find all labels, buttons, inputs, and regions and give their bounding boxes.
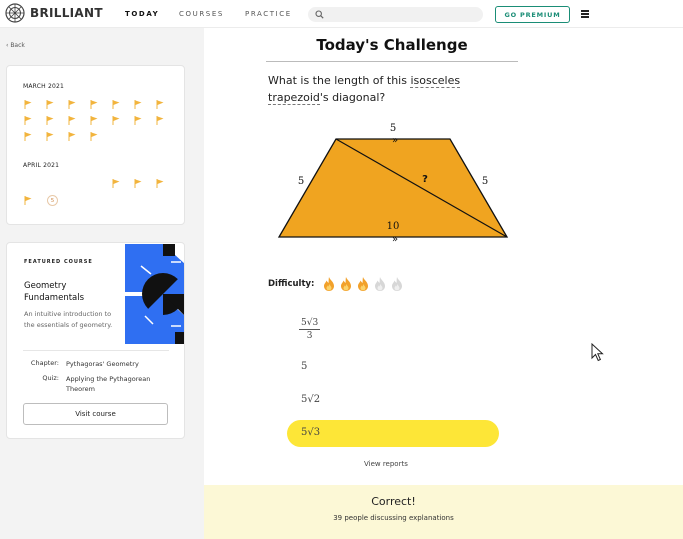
march-completed-day-flag-icon[interactable] <box>24 116 32 125</box>
geometry-course-illustration <box>125 244 184 344</box>
left-side-label: 5 <box>298 176 304 187</box>
nav-link-courses[interactable]: COURSES <box>179 10 224 18</box>
march-completed-day-flag-icon[interactable] <box>134 100 142 109</box>
answer-choice-4-selected[interactable]: 5√3 <box>287 420 499 447</box>
calendar-month-march: MARCH 2021 <box>23 83 65 90</box>
answer-choice-1-numerator: 5√3 <box>299 318 321 330</box>
march-completed-day-flag-icon[interactable] <box>46 100 54 109</box>
difficulty-label: Difficulty: <box>268 279 315 289</box>
brand-name: BRILLIANT <box>30 6 103 20</box>
search-bar[interactable] <box>308 7 483 22</box>
go-premium-button[interactable]: GO PREMIUM <box>495 6 570 23</box>
chapter-label: Chapter: <box>30 359 59 367</box>
top-side-label: 5 <box>390 123 396 134</box>
brilliant-logo-icon <box>5 3 25 23</box>
march-completed-day-flag-icon[interactable] <box>24 132 32 141</box>
trapezoid-figure: 5 » 5 5 ? 10 » <box>277 123 509 245</box>
flame-filled-icon <box>341 277 351 291</box>
challenge-panel: Today's Challenge What is the length of … <box>204 28 683 539</box>
flame-filled-icon <box>358 277 368 291</box>
page-title: Today's Challenge <box>316 36 468 54</box>
back-label: Back <box>10 42 25 49</box>
answer-choice-3-value: 5√2 <box>301 394 321 405</box>
discussion-link[interactable]: 39 people discussing explanations <box>204 514 583 522</box>
featured-course-eyebrow: FEATURED COURSE <box>24 259 93 265</box>
quiz-value: Applying the Pythagorean Theorem <box>66 375 151 393</box>
march-completed-day-flag-icon[interactable] <box>90 132 98 141</box>
answer-choice-1-denominator: 3 <box>306 331 313 341</box>
march-completed-day-flag-icon[interactable] <box>68 116 76 125</box>
flame-filled-icon <box>324 277 334 291</box>
challenge-question: What is the length of this isosceles tra… <box>268 72 518 106</box>
bottom-side-label: 10 <box>387 221 400 232</box>
search-icon <box>315 10 324 19</box>
nav-link-today[interactable]: TODAY <box>125 10 159 18</box>
march-completed-day-flag-icon[interactable] <box>134 116 142 125</box>
difficulty-rating <box>321 276 406 292</box>
right-side-label: 5 <box>482 176 488 187</box>
march-completed-day-flag-icon[interactable] <box>46 132 54 141</box>
march-completed-day-flag-icon[interactable] <box>156 116 164 125</box>
answer-choice-2[interactable]: 5 <box>287 354 499 381</box>
featured-course-card: FEATURED COURSE Geometry Fundamentals An… <box>6 242 185 439</box>
march-completed-day-flag-icon[interactable] <box>112 116 120 125</box>
featured-course-divider <box>23 350 169 351</box>
sidebar: ‹ Back MARCH 2021 APRIL 2021 5 FEATURED … <box>0 28 204 539</box>
quiz-label: Quiz: <box>42 374 59 382</box>
flame-empty-icon <box>375 277 385 291</box>
result-banner: Correct! 39 people discussing explanatio… <box>204 485 683 539</box>
top-parallel-mark: » <box>392 135 398 146</box>
april-completed-day-flag-icon[interactable] <box>24 196 32 205</box>
answer-choice-4-value: 5√3 <box>301 427 321 438</box>
march-completed-day-flag-icon[interactable] <box>68 100 76 109</box>
mouse-cursor-icon <box>591 343 604 362</box>
question-suffix: 's diagonal? <box>319 91 386 104</box>
april-completed-day-flag-icon[interactable] <box>134 179 142 188</box>
diagonal-unknown-label: ? <box>422 174 428 185</box>
back-link[interactable]: ‹ Back <box>6 42 25 49</box>
search-input[interactable] <box>328 8 478 21</box>
nav-link-practice[interactable]: PRACTICE <box>245 10 292 18</box>
result-title: Correct! <box>371 495 416 508</box>
current-day-badge[interactable]: 5 <box>47 195 58 206</box>
flame-empty-icon <box>392 277 402 291</box>
top-navigation: BRILLIANT TODAY COURSES PRACTICE GO PREM… <box>0 0 683 28</box>
chapter-value: Pythagoras' Geometry <box>66 360 139 368</box>
title-divider <box>266 61 518 62</box>
featured-course-title[interactable]: Geometry Fundamentals <box>24 280 124 304</box>
april-completed-day-flag-icon[interactable] <box>156 179 164 188</box>
answer-choice-2-value: 5 <box>301 361 308 372</box>
streak-calendar: MARCH 2021 APRIL 2021 5 <box>6 65 185 225</box>
brand-logo[interactable]: BRILLIANT <box>5 3 103 23</box>
march-completed-day-flag-icon[interactable] <box>90 100 98 109</box>
answer-choice-1[interactable]: 5√3 3 <box>287 315 499 345</box>
march-completed-day-flag-icon[interactable] <box>24 100 32 109</box>
answer-choice-3[interactable]: 5√2 <box>287 387 499 414</box>
hamburger-menu-icon[interactable] <box>581 10 589 18</box>
answer-choice-1-fraction: 5√3 3 <box>299 318 321 341</box>
view-reports-link[interactable]: View reports <box>364 460 408 468</box>
march-completed-day-flag-icon[interactable] <box>112 100 120 109</box>
march-completed-day-flag-icon[interactable] <box>90 116 98 125</box>
calendar-month-april: APRIL 2021 <box>23 162 60 169</box>
question-prefix: What is the length of this <box>268 74 411 87</box>
visit-course-button[interactable]: Visit course <box>23 403 168 425</box>
april-completed-day-flag-icon[interactable] <box>112 179 120 188</box>
march-completed-day-flag-icon[interactable] <box>68 132 76 141</box>
march-completed-day-flag-icon[interactable] <box>156 100 164 109</box>
featured-course-description: An intuitive introduction to the essenti… <box>24 310 113 329</box>
march-completed-day-flag-icon[interactable] <box>46 116 54 125</box>
bottom-parallel-mark: » <box>392 234 398 245</box>
